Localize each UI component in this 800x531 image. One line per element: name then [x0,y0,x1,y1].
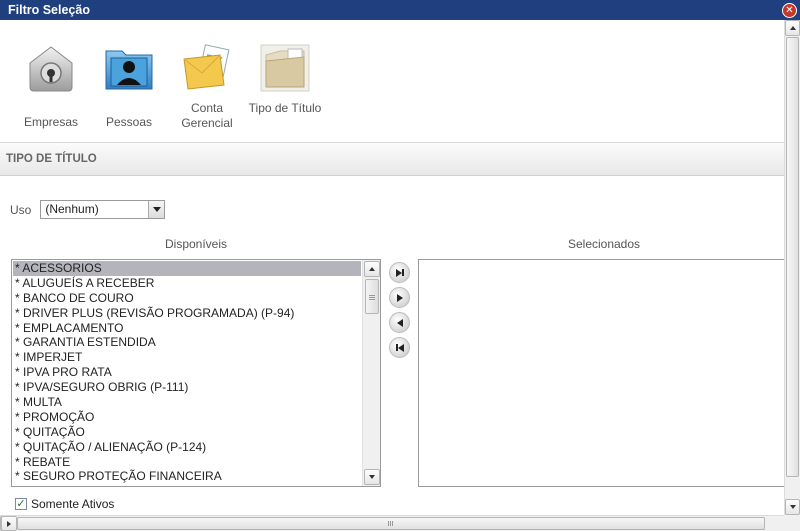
list-item[interactable]: * IPVA/SEGURO OBRIG (P-111) [13,380,361,395]
arrow-left-icon [396,318,403,327]
toolbar-tipo-de-titulo-button[interactable]: Tipo de Título [246,40,324,131]
checkmark-icon: ✓ [16,497,26,510]
toolbar-conta-gerencial-button[interactable]: Conta Gerencial [168,40,246,131]
list-item[interactable]: * ACESSORIOS [13,261,361,276]
toolbar-pessoas-button[interactable]: Pessoas [90,40,168,131]
close-button[interactable]: ✕ [782,2,797,18]
uso-select[interactable]: (Nenhum) [40,200,166,219]
scroll-up-button[interactable] [364,261,380,277]
somente-ativos-checkbox[interactable]: ✓ [15,498,27,510]
chevron-down-icon [152,207,161,212]
list-item[interactable]: * QUITAÇÃO / ALIENAÇÃO (P-124) [13,440,361,455]
uso-label: Uso [10,202,32,217]
safe-lock-icon [23,40,79,96]
toolbar-item-label: Tipo de Título [248,101,322,115]
list-item[interactable]: * QUITAÇÃO [13,425,361,440]
move-all-right-icon [395,268,404,277]
list-scrollbar[interactable] [362,260,380,486]
window-scroll-right-button[interactable] [1,516,17,531]
window-scroll-down-button[interactable] [785,499,800,515]
selecionados-list[interactable] [418,259,784,487]
list-item[interactable]: * IMPERJET [13,350,361,365]
move-all-left-button[interactable] [389,337,410,358]
scroll-thumb[interactable] [365,279,379,314]
chevron-down-icon [789,505,796,509]
title-bar: Filtro Seleção ✕ [0,0,800,20]
dialog-content: Empresas Pessoas Conta Gerencial Tipo de… [0,20,784,515]
somente-ativos-row[interactable]: ✓ Somente Ativos [15,497,114,511]
disponiveis-list[interactable]: * ACESSORIOS * ALUGUEÍS A RECEBER * BANC… [11,259,381,487]
window-vertical-scrollbar[interactable] [784,20,800,515]
list-item[interactable]: * IPVA PRO RATA [13,365,361,380]
somente-ativos-label: Somente Ativos [31,497,115,511]
person-folder-icon [101,40,157,96]
window-scroll-up-button[interactable] [785,20,800,36]
list-item[interactable]: * ALUGUEÍS A RECEBER [13,276,361,291]
list-item[interactable]: * REBATE [13,455,361,470]
uso-select-value: (Nenhum) [45,202,99,216]
documents-icon [179,40,235,96]
list-item[interactable]: * PROMOÇÃO [13,410,361,425]
section-header: TIPO DE TÍTULO [0,142,784,176]
list-item[interactable]: * SEGURO PROTEÇÃO FINANCEIRA [13,469,361,484]
arrow-right-icon [396,293,403,302]
chevron-right-icon [7,520,11,527]
list-item[interactable]: * MULTA [13,395,361,410]
folder-documents-icon [257,40,313,96]
filter-toolbar: Empresas Pessoas Conta Gerencial Tipo de… [12,40,324,131]
window-scroll-thumb[interactable] [786,37,799,477]
chevron-down-icon [369,475,375,479]
selecionados-header: Selecionados [567,237,641,251]
move-all-left-icon [395,343,404,352]
window-horizontal-scrollbar[interactable] [0,515,784,531]
chevron-up-icon [789,26,796,30]
list-item[interactable]: * GARANTIA ESTENDIDA [13,335,361,350]
close-icon: ✕ [783,3,796,17]
move-right-button[interactable] [389,287,410,308]
disponiveis-items: * ACESSORIOS * ALUGUEÍS A RECEBER * BANC… [13,261,361,484]
window-title: Filtro Seleção [8,3,90,17]
uso-row: Uso (Nenhum) [10,200,166,219]
move-left-button[interactable] [389,312,410,333]
list-item[interactable]: * BANCO DE COURO [13,291,361,306]
toolbar-item-label: Conta Gerencial [181,101,233,130]
disponiveis-header: Disponíveis [164,237,228,251]
list-item[interactable]: * EMPLACAMENTO [13,321,361,336]
scroll-down-button[interactable] [364,469,380,485]
dropdown-button[interactable] [148,201,165,218]
section-title: TIPO DE TÍTULO [6,153,97,165]
toolbar-empresas-button[interactable]: Empresas [12,40,90,131]
move-all-right-button[interactable] [389,262,410,283]
chevron-up-icon [369,267,375,271]
scrollbar-corner [784,515,800,531]
toolbar-item-label: Pessoas [105,115,153,129]
list-item[interactable]: * DRIVER PLUS (REVISÃO PROGRAMADA) (P-94… [13,306,361,321]
toolbar-item-label: Empresas [23,115,79,129]
window-hscroll-thumb[interactable] [17,517,765,530]
